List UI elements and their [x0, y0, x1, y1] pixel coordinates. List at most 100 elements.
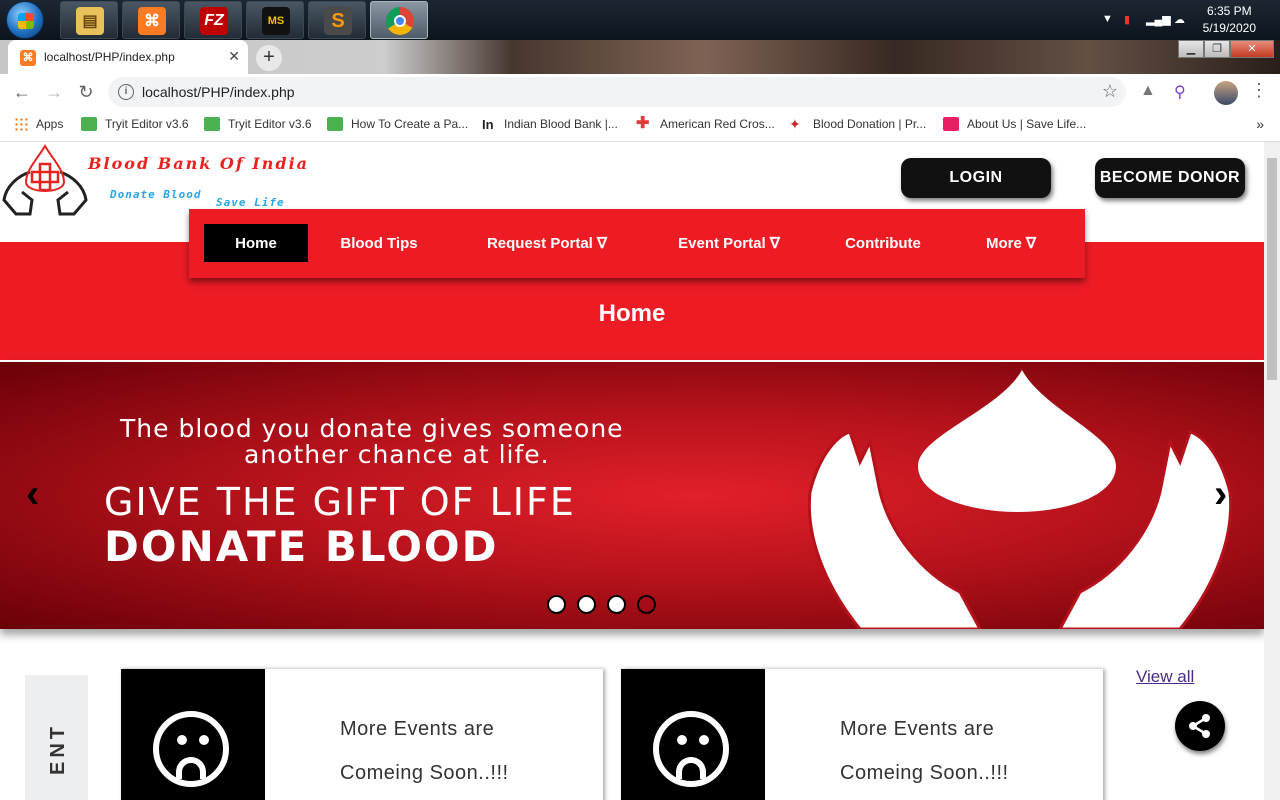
tray-arrow-icon[interactable]: ▼	[1102, 13, 1113, 25]
nav-request-portal[interactable]: Request Portal ∇	[464, 224, 630, 262]
browser-tab[interactable]: ⌘ localhost/PHP/index.php ✕	[8, 40, 248, 74]
taskbar-app-filezilla[interactable]: FZ	[184, 1, 242, 39]
browser-menu-icon[interactable]: ⋮	[1250, 80, 1268, 101]
url-text: localhost/PHP/index.php	[142, 84, 295, 100]
search-extension-icon[interactable]: ⚲	[1174, 82, 1186, 102]
maximize-button[interactable]: ❐	[1204, 40, 1230, 58]
nav-home[interactable]: Home	[204, 224, 308, 262]
folder-icon: ▤	[76, 7, 104, 35]
signal-icon[interactable]: ▂▄▆	[1146, 13, 1171, 26]
sad-face-icon	[653, 711, 729, 787]
indian-blood-bank-icon: In	[482, 117, 494, 132]
slide-dot-4[interactable]	[637, 595, 656, 614]
main-nav: Home Blood Tips Request Portal ∇ Event P…	[189, 209, 1085, 278]
more-bookmarks-icon[interactable]: »	[1256, 116, 1264, 132]
chrome-icon	[386, 7, 414, 35]
taskbar-app-file-explorer[interactable]: ▤	[60, 1, 118, 39]
bookmark-label: About Us | Save Life...	[967, 117, 1087, 131]
logo-tagline-1: Donate Blood	[110, 188, 202, 201]
info-icon[interactable]: i	[118, 84, 134, 100]
next-slide-icon[interactable]: ›	[1214, 472, 1227, 517]
become-donor-button[interactable]: BECOME DONOR	[1095, 158, 1245, 198]
w3schools-icon	[204, 117, 220, 131]
carousel-indicators	[547, 595, 656, 614]
network-alert-icon[interactable]: ▮	[1124, 13, 1130, 26]
system-tray: ▼ ▮ ▂▄▆ ☁ 6:35 PM 5/19/2020	[1080, 0, 1280, 40]
share-icon	[1189, 714, 1210, 738]
event-text-line-1: More Events are	[340, 718, 495, 740]
taskbar-app-chrome[interactable]	[370, 1, 428, 39]
close-window-button[interactable]: ✕	[1230, 40, 1274, 58]
events-side-label: ENT	[47, 723, 69, 775]
xampp-favicon-icon: ⌘	[20, 50, 36, 66]
ms-office-icon: MS	[262, 7, 290, 35]
prev-slide-icon[interactable]: ‹	[26, 472, 39, 517]
nav-more[interactable]: More ∇	[969, 224, 1053, 262]
tab-title: localhost/PHP/index.php	[44, 50, 175, 64]
bookmark-indian-blood-bank[interactable]: In Indian Blood Bank |...	[482, 117, 618, 132]
nav-contribute[interactable]: Contribute	[829, 224, 937, 262]
bookmark-apps[interactable]: Apps	[14, 117, 63, 131]
hero-carousel: The blood you donate gives someone anoth…	[0, 362, 1264, 629]
minimize-button[interactable]: ▁	[1178, 40, 1204, 58]
reload-icon[interactable]: ↻	[74, 80, 98, 104]
bookmark-label: Apps	[36, 117, 64, 131]
page-title: Home	[598, 300, 666, 327]
bookmark-tryit-1[interactable]: Tryit Editor v3.6	[81, 117, 189, 131]
event-text-line-2: Comeing Soon..!!!	[340, 762, 509, 784]
bookmark-label: Tryit Editor v3.6	[105, 117, 189, 131]
event-text-line-2: Comeing Soon..!!!	[840, 762, 1009, 784]
red-cross-icon: ✚	[636, 115, 650, 132]
close-tab-icon[interactable]: ✕	[228, 48, 240, 65]
bookmark-red-cross[interactable]: ✚ American Red Cros...	[636, 115, 775, 132]
page-scrollbar[interactable]	[1264, 142, 1280, 800]
save-life-icon	[943, 117, 959, 131]
bookmark-label: Blood Donation | Pr...	[813, 117, 927, 131]
slide-dot-1[interactable]	[547, 595, 566, 614]
filezilla-icon: FZ	[200, 7, 228, 35]
sublime-icon: S	[324, 7, 352, 35]
event-card[interactable]: More Events are Comeing Soon..!!!	[621, 669, 1103, 800]
share-button[interactable]	[1175, 701, 1225, 751]
blood-drop-icon: ✦	[789, 116, 801, 132]
slide-dot-3[interactable]	[607, 595, 626, 614]
hands-cross-icon	[2, 144, 88, 216]
start-button[interactable]	[6, 1, 44, 39]
events-section: ENT More Events are Comeing Soon..!!! Mo…	[0, 629, 1264, 800]
bookmark-tryit-2[interactable]: Tryit Editor v3.6	[204, 117, 312, 131]
slide-dot-2[interactable]	[577, 595, 596, 614]
logo-title: Blood Bank Of India	[88, 154, 310, 173]
bookmark-how-to[interactable]: How To Create a Pa...	[327, 117, 468, 131]
bookmark-save-life[interactable]: About Us | Save Life...	[943, 117, 1086, 131]
event-image	[621, 669, 765, 800]
view-all-link[interactable]: View all	[1136, 667, 1194, 687]
back-icon[interactable]: ←	[10, 80, 34, 104]
window-controls: ▁ ❐ ✕	[1178, 40, 1274, 58]
drive-extension-icon[interactable]: ▲	[1140, 82, 1156, 100]
address-bar[interactable]: i localhost/PHP/index.php ☆	[108, 77, 1126, 107]
clock-date: 5/19/2020	[1202, 21, 1256, 35]
cloud-icon[interactable]: ☁	[1174, 13, 1185, 26]
clock-time: 6:35 PM	[1206, 4, 1252, 18]
nav-blood-tips[interactable]: Blood Tips	[319, 224, 439, 262]
bookmark-blood-donation[interactable]: ✦ Blood Donation | Pr...	[789, 117, 926, 131]
bookmarks-bar: Apps Tryit Editor v3.6 Tryit Editor v3.6…	[0, 110, 1280, 142]
hero-line-2: another chance at life.	[244, 440, 550, 469]
login-button[interactable]: LOGIN	[901, 158, 1051, 198]
browser-toolbar: ← → ↻ i localhost/PHP/index.php ☆ ▲ ⚲ ⋮	[0, 74, 1280, 110]
event-card[interactable]: More Events are Comeing Soon..!!!	[121, 669, 603, 800]
taskbar-app-ms-office[interactable]: MS	[246, 1, 304, 39]
clock[interactable]: 6:35 PM 5/19/2020	[1203, 3, 1256, 37]
logo-tagline-2: Save Life	[216, 196, 285, 209]
forward-icon[interactable]: →	[42, 80, 66, 104]
taskbar-app-xampp[interactable]: ⌘	[122, 1, 180, 39]
web-page: Blood Bank Of India Donate Blood Save Li…	[0, 142, 1264, 800]
bookmark-star-icon[interactable]: ☆	[1102, 81, 1118, 102]
nav-event-portal[interactable]: Event Portal ∇	[654, 224, 804, 262]
sad-face-icon	[153, 711, 229, 787]
new-tab-button[interactable]: +	[256, 45, 282, 71]
taskbar-app-sublime[interactable]: S	[308, 1, 366, 39]
profile-avatar[interactable]	[1214, 81, 1238, 105]
w3schools-icon	[81, 117, 97, 131]
scrollbar-thumb[interactable]	[1267, 158, 1277, 380]
